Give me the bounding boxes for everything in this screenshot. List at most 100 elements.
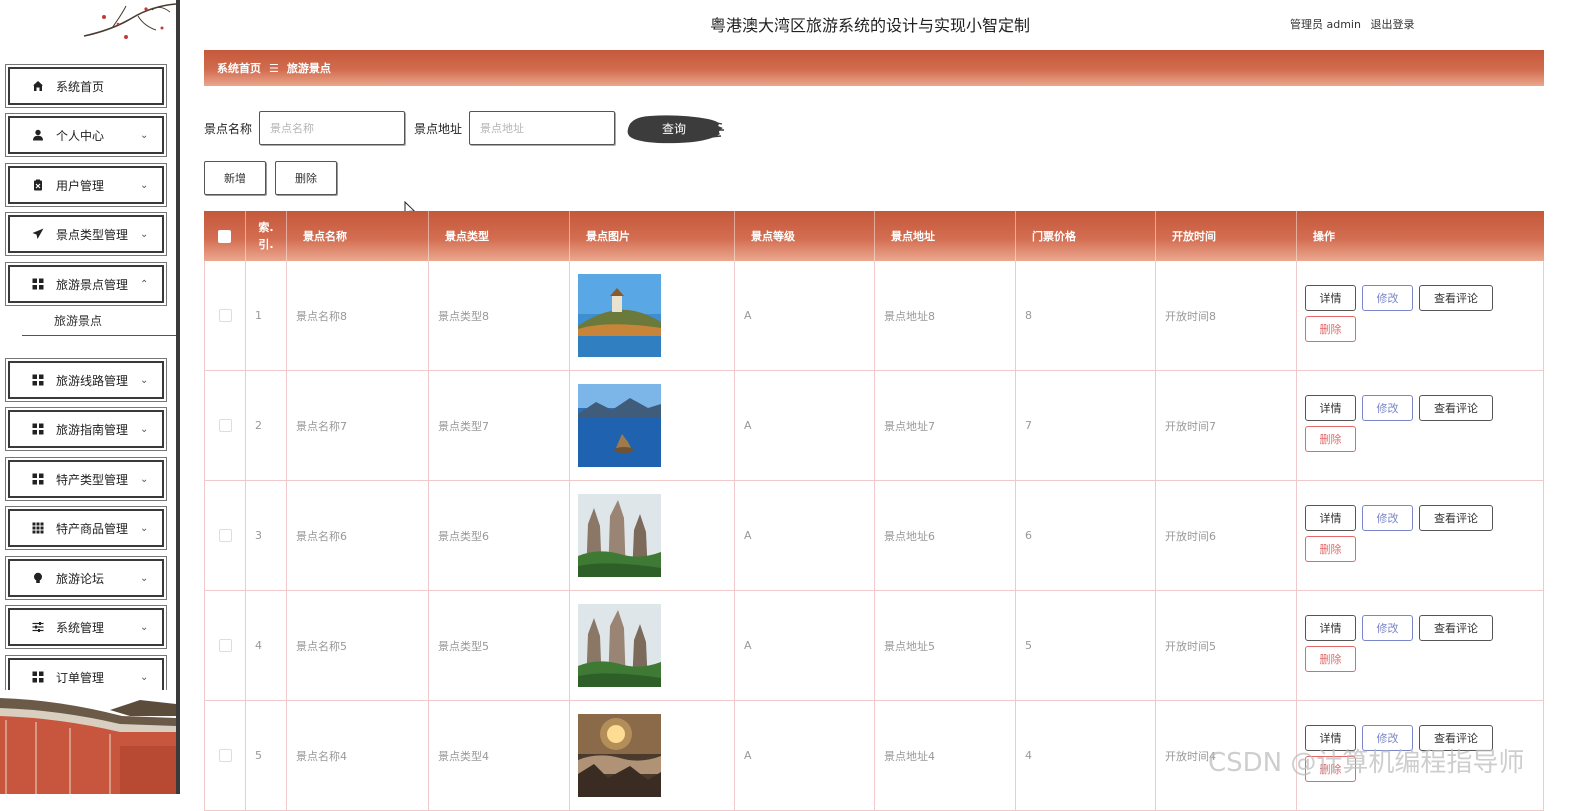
grid-icon	[30, 372, 46, 388]
delete-button[interactable]: 删除	[1305, 425, 1356, 452]
row-checkbox[interactable]	[218, 749, 232, 762]
name-search-input[interactable]	[259, 111, 405, 145]
edit-button[interactable]: 修改	[1362, 504, 1413, 531]
address-search-input[interactable]	[469, 111, 615, 145]
row-checkbox[interactable]	[218, 639, 232, 652]
view-comments-button[interactable]: 查看评论	[1419, 394, 1493, 421]
chevron-down-icon: ⌄	[140, 621, 149, 633]
add-button[interactable]: 新增	[204, 161, 266, 195]
table-row: 1 景点名称8 景点类型8 A 景点地址8 8 开放时间8 详情 修改 查看评论 删除	[204, 261, 1544, 371]
sidebar-item-label: 系统管理	[56, 620, 105, 635]
open-time-cell: 开放时间5	[1156, 591, 1297, 700]
table-body: 1 景点名称8 景点类型8 A 景点地址8 8 开放时间8 详情 修改 查看评论 删除 2 景点名称7 景…	[204, 261, 1544, 811]
actions-cell: 详情 修改 查看评论删除	[1297, 261, 1544, 370]
column-header-address: 景点地址	[875, 211, 1016, 261]
sidebar-item-system[interactable]: 系统管理 ⌄	[5, 605, 167, 649]
address-cell: 景点地址5	[875, 591, 1016, 700]
user-label: 管理员 admin	[1290, 18, 1361, 31]
detail-button[interactable]: 详情	[1305, 614, 1356, 641]
sidebar-item-guides[interactable]: 旅游指南管理 ⌄	[5, 407, 167, 451]
type-cell: 景点类型7	[429, 371, 570, 480]
image-cell	[570, 261, 735, 370]
breadcrumb: 系统首页 ☰ 旅游景点	[204, 50, 1544, 86]
detail-button[interactable]: 详情	[1305, 504, 1356, 531]
sidebar-item-routes[interactable]: 旅游线路管理 ⌄	[5, 358, 167, 402]
edit-button[interactable]: 修改	[1362, 394, 1413, 421]
row-checkbox[interactable]	[218, 419, 232, 432]
grid9-icon	[30, 520, 46, 536]
column-header-price: 门票价格	[1016, 211, 1156, 261]
delete-button[interactable]: 删除	[1305, 315, 1356, 342]
index-cell: 3	[246, 481, 287, 590]
column-header-name: 景点名称	[287, 211, 429, 261]
view-comments-button[interactable]: 查看评论	[1419, 284, 1493, 311]
sidebar: 系统首页 个人中心 ⌄ 用户管理 ⌄ 景点类型管理 ⌄ 旅游景点管理 ⌃ 旅游景…	[0, 0, 176, 794]
column-header-image: 景点图片	[570, 211, 735, 261]
select-all-checkbox[interactable]	[218, 229, 231, 243]
grid-icon	[30, 669, 46, 685]
sidebar-item-specialty-products[interactable]: 特产商品管理 ⌄	[5, 506, 167, 550]
submenu-item-label: 旅游景点	[54, 314, 103, 328]
submenu-item-attractions[interactable]: 旅游景点	[22, 306, 176, 336]
index-header-line1: 索.	[258, 221, 274, 234]
clipboard-icon	[30, 177, 46, 193]
sidebar-item-home[interactable]: 系统首页	[5, 64, 167, 108]
open-time-cell: 开放时间8	[1156, 261, 1297, 370]
sidebar-item-profile[interactable]: 个人中心 ⌄	[5, 113, 167, 157]
detail-button[interactable]: 详情	[1305, 394, 1356, 421]
actions-cell: 详情 修改 查看评论删除	[1297, 371, 1544, 480]
logout-link[interactable]: 退出登录	[1370, 18, 1414, 31]
index-cell: 2	[246, 371, 287, 480]
address-search-label: 景点地址	[414, 122, 463, 136]
bulb-icon	[30, 570, 46, 586]
attraction-thumbnail[interactable]	[578, 494, 661, 577]
open-time-cell: 开放时间6	[1156, 481, 1297, 590]
attraction-thumbnail[interactable]	[578, 384, 661, 467]
batch-delete-button[interactable]: 删除	[275, 161, 337, 195]
row-checkbox[interactable]	[218, 529, 232, 542]
paper-plane-icon	[30, 226, 46, 242]
sidebar-item-attractions[interactable]: 旅游景点管理 ⌃	[5, 262, 167, 306]
name-search-label: 景点名称	[204, 122, 253, 136]
chevron-down-icon: ⌄	[140, 423, 149, 435]
detail-button[interactable]: 详情	[1305, 284, 1356, 311]
edit-button[interactable]: 修改	[1362, 284, 1413, 311]
view-comments-button[interactable]: 查看评论	[1419, 504, 1493, 531]
view-comments-button[interactable]: 查看评论	[1419, 614, 1493, 641]
app-title: 粤港澳大湾区旅游系统的设计与实现小智定制	[709, 16, 1030, 35]
chevron-down-icon: ⌄	[140, 522, 149, 534]
price-cell: 7	[1016, 371, 1156, 480]
plum-branch-decoration	[83, 3, 176, 39]
sidebar-item-users[interactable]: 用户管理 ⌄	[5, 163, 167, 207]
breadcrumb-home[interactable]: 系统首页	[217, 60, 261, 76]
column-header-open-time: 开放时间	[1156, 211, 1297, 261]
sidebar-item-forum[interactable]: 旅游论坛 ⌄	[5, 556, 167, 600]
index-header-line2: 引.	[258, 238, 274, 251]
delete-button[interactable]: 删除	[1305, 645, 1356, 672]
index-cell: 4	[246, 591, 287, 700]
attraction-thumbnail[interactable]	[578, 714, 661, 797]
sidebar-item-label: 旅游指南管理	[56, 422, 129, 437]
query-button[interactable]: 查询	[624, 112, 724, 146]
grade-cell: A	[735, 261, 875, 370]
sidebar-item-specialty-types[interactable]: 特产类型管理 ⌄	[5, 457, 167, 501]
grade-cell: A	[735, 481, 875, 590]
type-cell: 景点类型8	[429, 261, 570, 370]
attraction-thumbnail[interactable]	[578, 274, 661, 357]
attraction-thumbnail[interactable]	[578, 604, 661, 687]
table-row: 2 景点名称7 景点类型7 A 景点地址7 7 开放时间7 详情 修改 查看评论 删除	[204, 371, 1544, 481]
row-select-cell	[204, 371, 246, 480]
actions-cell: 详情 修改 查看评论删除	[1297, 481, 1544, 590]
grade-cell: A	[735, 371, 875, 480]
row-checkbox[interactable]	[218, 309, 232, 322]
delete-button[interactable]: 删除	[1305, 535, 1356, 562]
grade-cell: A	[735, 591, 875, 700]
address-cell: 景点地址7	[875, 371, 1016, 480]
row-select-cell	[204, 261, 246, 370]
chevron-down-icon: ⌄	[140, 179, 149, 191]
chevron-down-icon: ⌄	[140, 129, 149, 141]
sidebar-item-attraction-types[interactable]: 景点类型管理 ⌄	[5, 212, 167, 256]
edit-button[interactable]: 修改	[1362, 614, 1413, 641]
query-button-label: 查询	[661, 122, 686, 136]
grid-icon	[30, 421, 46, 437]
